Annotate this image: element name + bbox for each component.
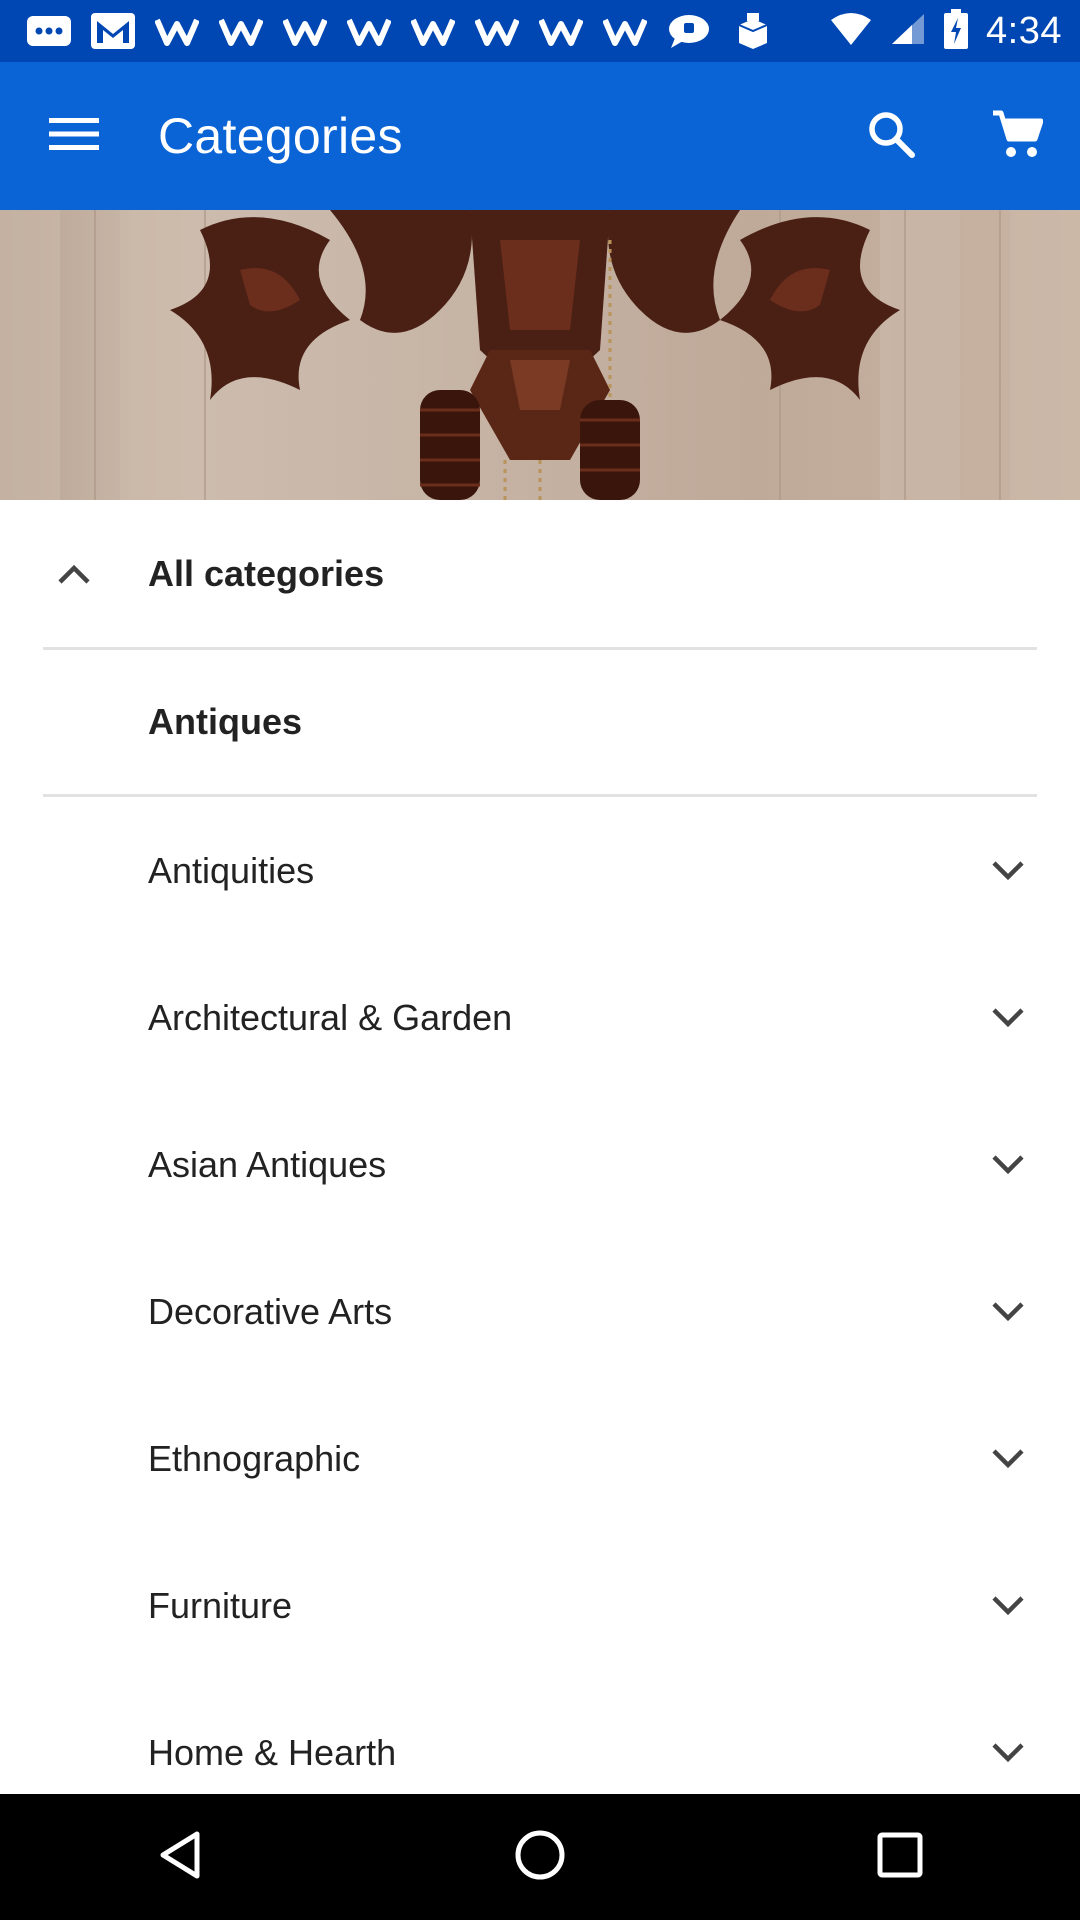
all-categories-row[interactable]: All categories bbox=[0, 500, 1080, 647]
app-w-icon bbox=[280, 11, 330, 51]
list-item-label: Home & Hearth bbox=[148, 1731, 397, 1773]
chevron-down-icon[interactable] bbox=[986, 1731, 1030, 1775]
list-item[interactable]: Furniture bbox=[0, 1532, 1080, 1679]
shopping-cart-icon bbox=[991, 109, 1044, 164]
list-item-label: Asian Antiques bbox=[148, 1143, 387, 1185]
menu-button[interactable] bbox=[0, 62, 148, 210]
app-bar: Categories bbox=[0, 62, 1080, 210]
list-item[interactable]: Antiquities bbox=[0, 797, 1080, 944]
hero-image bbox=[0, 210, 1080, 500]
list-item-label: Architectural & Garden bbox=[148, 996, 513, 1038]
chevron-down-icon[interactable] bbox=[986, 1437, 1030, 1481]
chat-bubble-icon bbox=[664, 11, 714, 51]
list-item-label: Antiquities bbox=[148, 849, 315, 891]
status-time: 4:34 bbox=[986, 9, 1062, 52]
category-list: All categories Antiques Antiquities Arch… bbox=[0, 500, 1080, 1826]
app-w-icon bbox=[472, 11, 522, 51]
chevron-down-icon[interactable] bbox=[986, 849, 1030, 893]
chevron-down-icon[interactable] bbox=[986, 1143, 1030, 1187]
selected-category-label: Antiques bbox=[148, 701, 303, 742]
app-w-icon bbox=[600, 11, 650, 51]
list-item-label: Furniture bbox=[148, 1584, 293, 1626]
wifi-icon bbox=[830, 12, 872, 51]
cart-button[interactable] bbox=[954, 62, 1080, 210]
list-item-label: Decorative Arts bbox=[148, 1290, 393, 1332]
list-item[interactable]: Architectural & Garden bbox=[0, 944, 1080, 1091]
search-icon bbox=[867, 110, 915, 163]
notification-icons bbox=[24, 11, 830, 51]
list-item[interactable]: Decorative Arts bbox=[0, 1238, 1080, 1385]
home-icon bbox=[514, 1829, 566, 1886]
list-item[interactable]: Ethnographic bbox=[0, 1385, 1080, 1532]
box-icon bbox=[728, 11, 778, 51]
status-bar: 4:34 bbox=[0, 0, 1080, 62]
recents-icon bbox=[877, 1832, 923, 1883]
selected-category-row[interactable]: Antiques bbox=[0, 650, 1080, 794]
battery-charging-icon bbox=[944, 8, 969, 54]
page-title: Categories bbox=[158, 108, 403, 164]
list-item-label: Ethnographic bbox=[148, 1437, 361, 1479]
app-w-icon bbox=[152, 11, 202, 51]
chevron-down-icon[interactable] bbox=[986, 1290, 1030, 1334]
app-w-icon bbox=[536, 11, 586, 51]
hamburger-menu-icon bbox=[49, 116, 99, 157]
recents-button[interactable] bbox=[840, 1797, 960, 1917]
home-button[interactable] bbox=[480, 1797, 600, 1917]
back-button[interactable] bbox=[120, 1797, 240, 1917]
chevron-up-icon bbox=[52, 552, 96, 596]
gmail-icon bbox=[88, 11, 138, 51]
app-w-icon bbox=[344, 11, 394, 51]
list-item[interactable]: Asian Antiques bbox=[0, 1091, 1080, 1238]
cell-signal-icon bbox=[890, 12, 926, 51]
system-nav-bar bbox=[0, 1794, 1080, 1920]
chevron-down-icon[interactable] bbox=[986, 1584, 1030, 1628]
back-icon bbox=[157, 1830, 203, 1885]
app-w-icon bbox=[408, 11, 458, 51]
app-w-icon bbox=[216, 11, 266, 51]
cuckoo-clock-image bbox=[0, 210, 1080, 500]
chevron-down-icon[interactable] bbox=[986, 996, 1030, 1040]
all-categories-label: All categories bbox=[148, 552, 385, 594]
messages-icon bbox=[24, 11, 74, 51]
search-button[interactable] bbox=[828, 62, 954, 210]
